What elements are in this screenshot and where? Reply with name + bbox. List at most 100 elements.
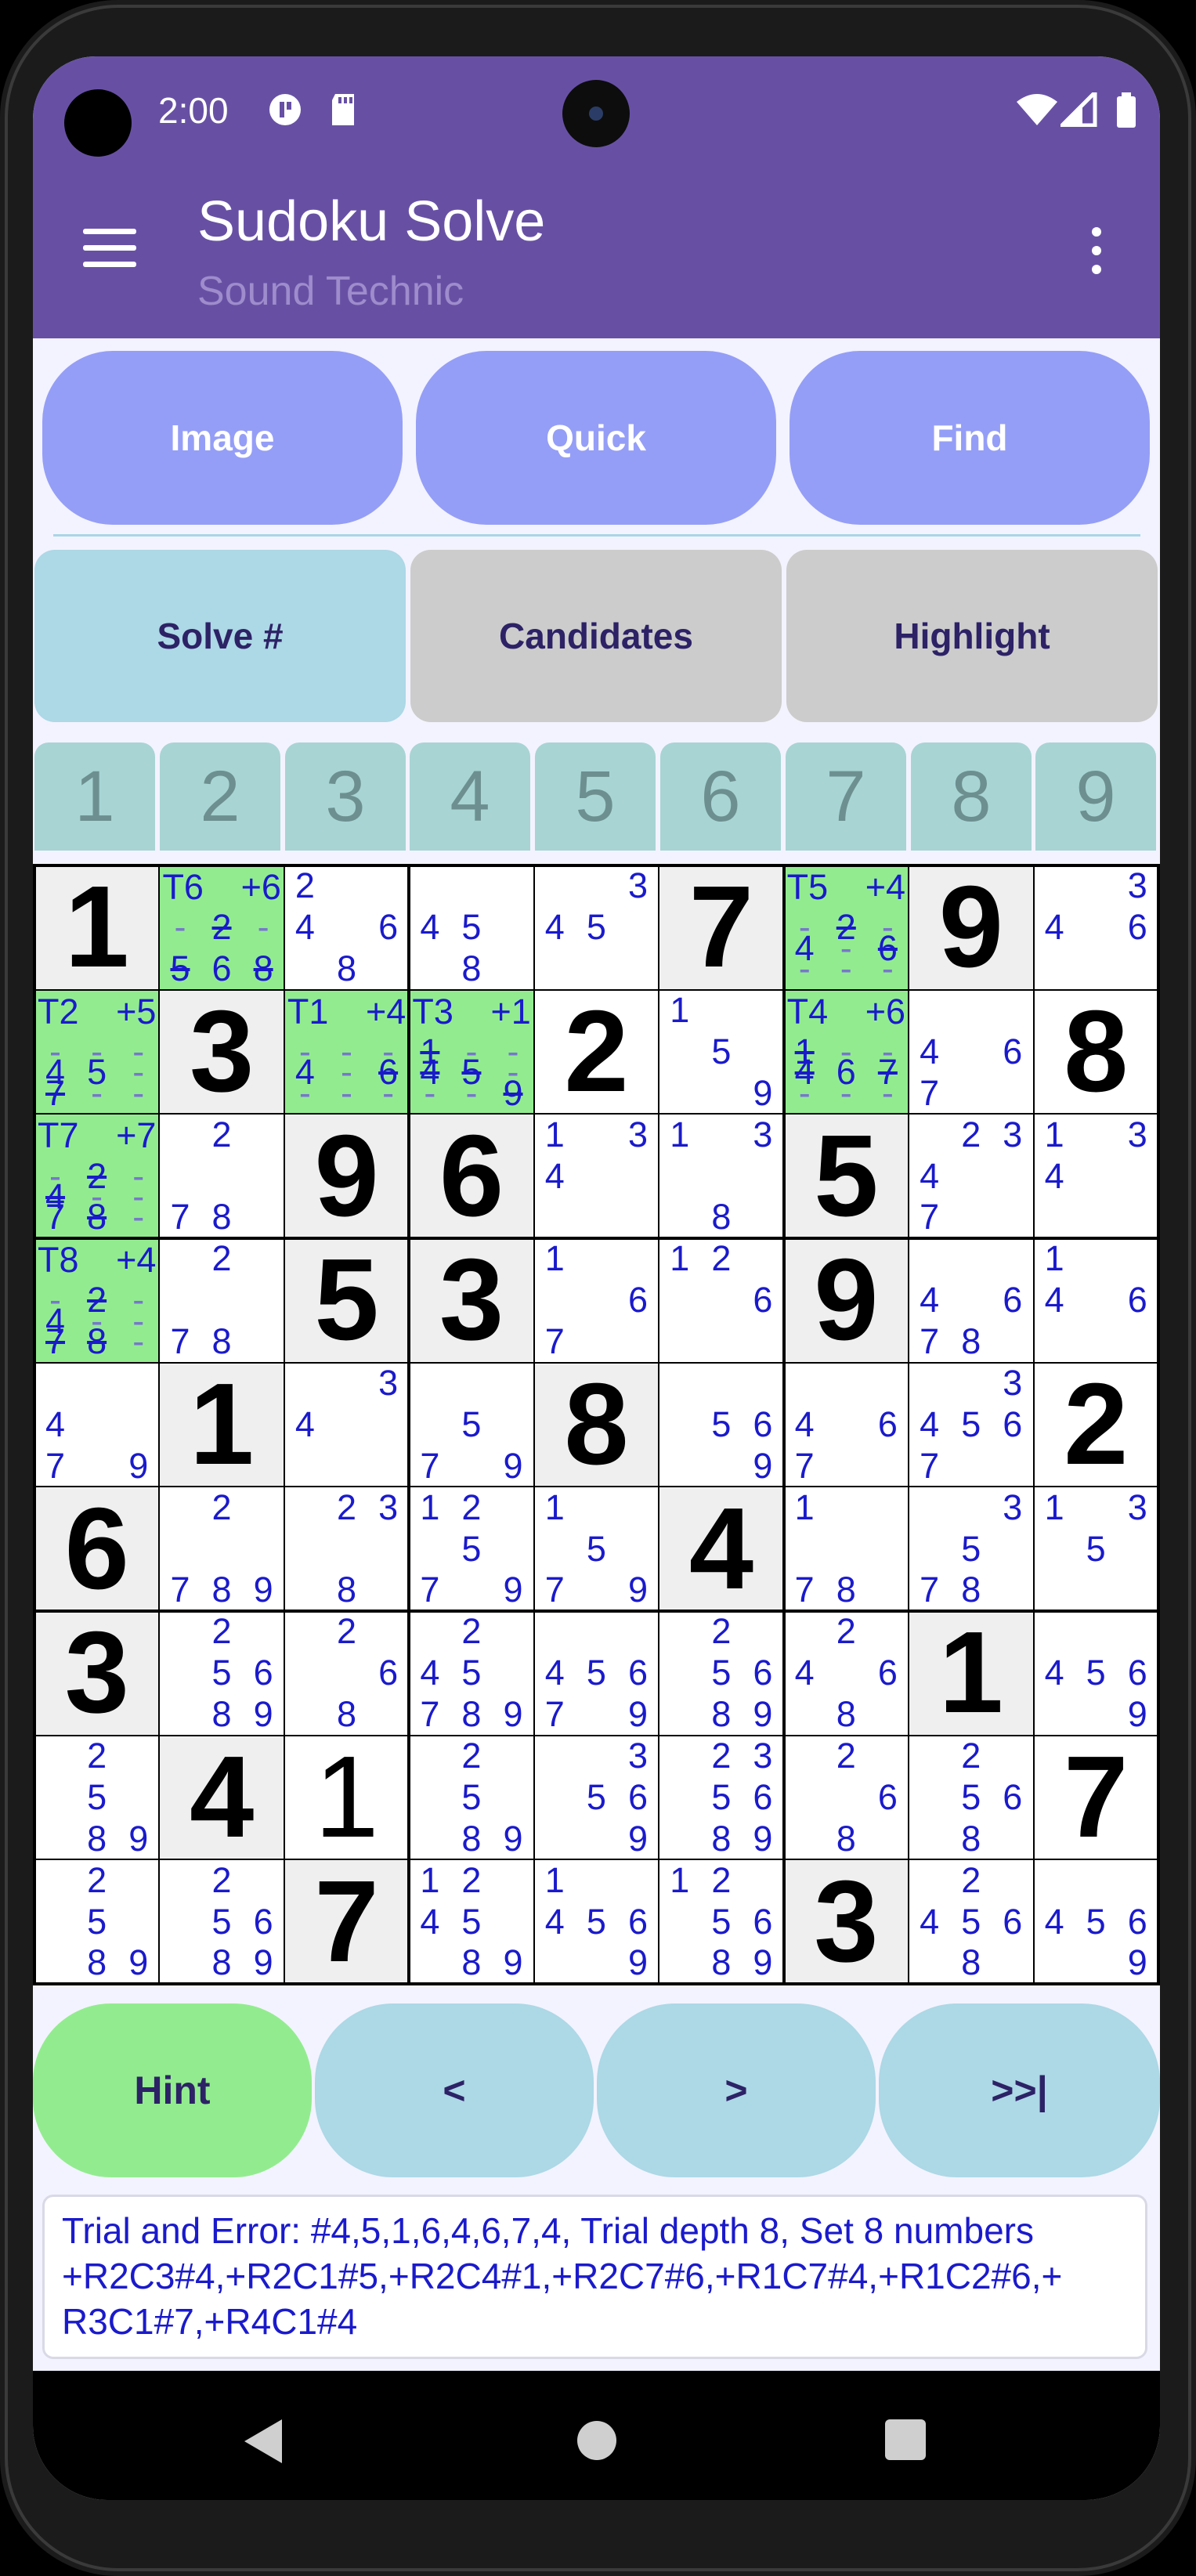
cell-r5c7[interactable]: 4 6 7 xyxy=(783,1362,909,1487)
cell-r9c7[interactable]: 3 xyxy=(783,1859,909,1984)
home-icon[interactable] xyxy=(577,2421,616,2460)
cell-r3c2[interactable]: 2 78 xyxy=(159,1114,284,1238)
cell-r9c1[interactable]: 2589 xyxy=(34,1859,160,1984)
cell-r8c4[interactable]: 2589 xyxy=(409,1735,534,1860)
cell-r8c7[interactable]: 268 xyxy=(783,1735,909,1860)
cell-r7c7[interactable]: 24 68 xyxy=(783,1611,909,1736)
cell-r6c1[interactable]: 6 xyxy=(34,1487,160,1611)
cell-r1c3[interactable]: 24 68 xyxy=(284,865,410,990)
cell-r9c6[interactable]: 125689 xyxy=(659,1859,784,1984)
digit-9-button[interactable]: 9 xyxy=(1035,742,1156,851)
image-button[interactable]: Image xyxy=(42,351,403,525)
cell-r9c3[interactable]: 7 xyxy=(284,1859,410,1984)
quick-button[interactable]: Quick xyxy=(416,351,776,525)
cell-r8c5[interactable]: 3569 xyxy=(533,1735,659,1860)
digit-2-button[interactable]: 2 xyxy=(160,742,280,851)
cell-r1c4[interactable]: 458 xyxy=(409,865,534,990)
cell-r3c6[interactable]: 1 3 8 xyxy=(659,1114,784,1238)
cell-r7c5[interactable]: 456 7 9 xyxy=(533,1611,659,1736)
cell-r4c3[interactable]: 5 xyxy=(284,1238,410,1363)
cell-r6c6[interactable]: 4 xyxy=(659,1487,784,1611)
cell-r2c8[interactable]: 4 6 7 xyxy=(909,989,1034,1115)
cell-r6c7[interactable]: 1 78 xyxy=(783,1487,909,1611)
highlight-button[interactable]: Highlight xyxy=(786,550,1158,722)
cell-r6c2[interactable]: 2 789 xyxy=(159,1487,284,1611)
cell-r3c9[interactable]: 1 3 4 xyxy=(1033,1114,1158,1238)
cell-r8c1[interactable]: 2589 xyxy=(34,1735,160,1860)
cell-r3c4[interactable]: 6 xyxy=(409,1114,534,1238)
cell-r7c6[interactable]: 25689 xyxy=(659,1611,784,1736)
cell-r1c9[interactable]: 3 4 6 xyxy=(1033,865,1158,990)
skip-to-end-button[interactable]: >>| xyxy=(879,2003,1160,2177)
cell-r2c2[interactable]: 3 xyxy=(159,989,284,1115)
digit-5-button[interactable]: 5 xyxy=(535,742,656,851)
digit-7-button[interactable]: 7 xyxy=(786,742,906,851)
cell-r5c2[interactable]: 1 xyxy=(159,1362,284,1487)
cell-r2c9[interactable]: 8 xyxy=(1033,989,1158,1115)
cell-r5c5[interactable]: 8 xyxy=(533,1362,659,1487)
cell-r6c5[interactable]: 1579 xyxy=(533,1487,659,1611)
cell-r4c9[interactable]: 14 6 xyxy=(1033,1238,1158,1363)
cell-r1c8[interactable]: 9 xyxy=(909,865,1034,990)
digit-4-button[interactable]: 4 xyxy=(410,742,530,851)
overflow-menu-icon[interactable] xyxy=(1092,227,1103,274)
cell-r9c9[interactable]: 4569 xyxy=(1033,1859,1158,1984)
digit-6-button[interactable]: 6 xyxy=(660,742,781,851)
cell-r2c1[interactable]: T2 +5- - -4 5-7- - xyxy=(34,989,160,1115)
cell-r7c4[interactable]: 245789 xyxy=(409,1611,534,1736)
solve-number-button[interactable]: Solve # xyxy=(34,550,406,722)
cell-r3c1[interactable]: T7 +7-2-4- -7 8- xyxy=(34,1114,160,1238)
digit-1-button[interactable]: 1 xyxy=(34,742,155,851)
cell-r4c8[interactable]: 4 6 78 xyxy=(909,1238,1034,1363)
cell-r4c7[interactable]: 9 xyxy=(783,1238,909,1363)
cell-r3c5[interactable]: 1 3 4 xyxy=(533,1114,659,1238)
find-button[interactable]: Find xyxy=(790,351,1150,525)
cell-r2c5[interactable]: 2 xyxy=(533,989,659,1115)
hint-button[interactable]: Hint xyxy=(33,2003,312,2177)
cell-r4c2[interactable]: 2 78 xyxy=(159,1238,284,1363)
cell-r6c4[interactable]: 1257 9 xyxy=(409,1487,534,1611)
cell-r1c6[interactable]: 7 xyxy=(659,865,784,990)
cell-r4c1[interactable]: T8 +4-2-4- -7 8- xyxy=(34,1238,160,1363)
cell-r5c3[interactable]: 34 xyxy=(284,1362,410,1487)
next-step-button[interactable]: > xyxy=(597,2003,876,2177)
cell-r3c7[interactable]: 5 xyxy=(783,1114,909,1238)
cell-r1c5[interactable]: 3 45 xyxy=(533,865,659,990)
candidates-button[interactable]: Candidates xyxy=(410,550,782,722)
cell-r5c4[interactable]: 57 9 xyxy=(409,1362,534,1487)
cell-r2c7[interactable]: T4 +6 1- -4 6 7- - - xyxy=(783,989,909,1115)
digit-8-button[interactable]: 8 xyxy=(911,742,1032,851)
cell-r7c9[interactable]: 4569 xyxy=(1033,1611,1158,1736)
cell-r6c8[interactable]: 3578 xyxy=(909,1487,1034,1611)
cell-r7c3[interactable]: 268 xyxy=(284,1611,410,1736)
cell-r8c6[interactable]: 235689 xyxy=(659,1735,784,1860)
cell-r9c2[interactable]: 25689 xyxy=(159,1859,284,1984)
cell-r7c2[interactable]: 25689 xyxy=(159,1611,284,1736)
cell-r8c9[interactable]: 7 xyxy=(1033,1735,1158,1860)
recents-icon[interactable] xyxy=(885,2419,926,2460)
back-icon[interactable] xyxy=(244,2419,282,2463)
cell-r1c2[interactable]: T6 +6-2-5 6 8 xyxy=(159,865,284,990)
cell-r9c5[interactable]: 14569 xyxy=(533,1859,659,1984)
cell-r3c8[interactable]: 23 47 xyxy=(909,1114,1034,1238)
cell-r1c1[interactable]: 1 xyxy=(34,865,160,990)
digit-3-button[interactable]: 3 xyxy=(285,742,406,851)
cell-r8c3[interactable]: 1 xyxy=(284,1735,410,1860)
cell-r5c9[interactable]: 2 xyxy=(1033,1362,1158,1487)
cell-r2c4[interactable]: T3 +1 1- -4 5- - -9 xyxy=(409,989,534,1115)
cell-r9c4[interactable]: 124589 xyxy=(409,1859,534,1984)
cell-r4c5[interactable]: 1 6 7 xyxy=(533,1238,659,1363)
cell-r1c7[interactable]: T5 +4-2-4-6- - - xyxy=(783,865,909,990)
cell-r5c1[interactable]: 47 9 xyxy=(34,1362,160,1487)
cell-r7c8[interactable]: 1 xyxy=(909,1611,1034,1736)
cell-r5c8[interactable]: 3 456 7 xyxy=(909,1362,1034,1487)
cell-r8c8[interactable]: 2568 xyxy=(909,1735,1034,1860)
cell-r8c2[interactable]: 4 xyxy=(159,1735,284,1860)
menu-icon[interactable] xyxy=(83,229,136,268)
cell-r6c3[interactable]: 23 8 xyxy=(284,1487,410,1611)
cell-r3c3[interactable]: 9 xyxy=(284,1114,410,1238)
cell-r2c6[interactable]: 159 xyxy=(659,989,784,1115)
previous-step-button[interactable]: < xyxy=(315,2003,594,2177)
cell-r4c4[interactable]: 3 xyxy=(409,1238,534,1363)
cell-r4c6[interactable]: 126 xyxy=(659,1238,784,1363)
